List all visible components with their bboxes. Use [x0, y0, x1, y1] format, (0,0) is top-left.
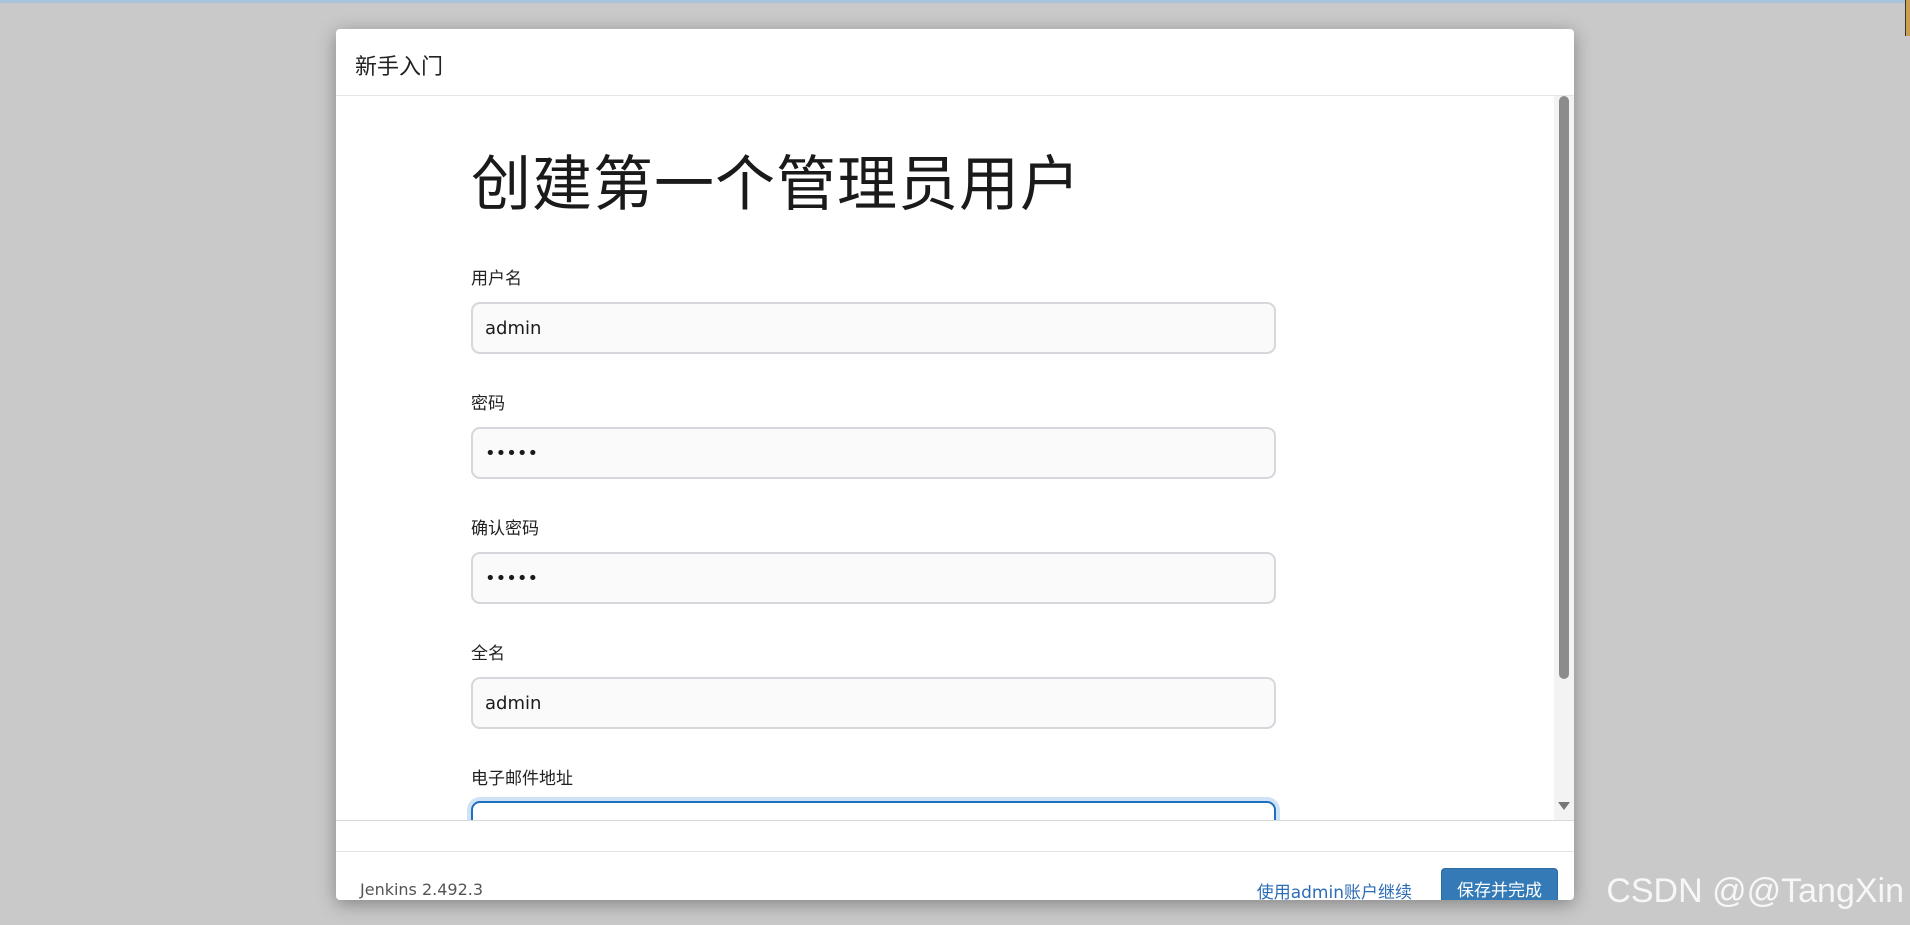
password-label: 密码	[471, 394, 505, 414]
scroll-down-arrow-icon[interactable]	[1558, 802, 1570, 810]
password-input[interactable]	[471, 427, 1276, 479]
dialog-title: 新手入门	[355, 55, 444, 80]
dialog-footer: Jenkins 2.492.3 使用admin账户继续 保存并完成	[336, 820, 1574, 900]
backdrop-top-line	[0, 0, 1910, 3]
email-label: 电子邮件地址	[471, 769, 573, 789]
dialog-body[interactable]: 创建第一个管理员用户 用户名 密码 确认密码 全名 电子邮件地址	[336, 96, 1574, 820]
setup-dialog: 新手入门 创建第一个管理员用户 用户名 密码 确认密码 全名 电子邮件地址 Je…	[336, 29, 1574, 900]
footer-divider	[336, 851, 1574, 852]
confirm-password-input[interactable]	[471, 552, 1276, 604]
fullname-input[interactable]	[471, 677, 1276, 729]
username-input[interactable]	[471, 302, 1276, 354]
page-heading: 创建第一个管理员用户	[471, 150, 1081, 220]
watermark: CSDN @@TangXin	[1606, 872, 1904, 910]
fullname-label: 全名	[471, 644, 505, 664]
username-label: 用户名	[471, 269, 522, 289]
scrollbar-thumb[interactable]	[1559, 96, 1569, 679]
confirm-password-label: 确认密码	[471, 519, 539, 539]
email-input[interactable]	[471, 801, 1276, 820]
dialog-scrollbar[interactable]	[1554, 96, 1574, 820]
jenkins-version: Jenkins 2.492.3	[360, 880, 484, 899]
save-and-finish-button[interactable]: 保存并完成	[1441, 868, 1558, 900]
continue-as-admin-link[interactable]: 使用admin账户继续	[1257, 878, 1412, 900]
edge-widget	[1905, 0, 1910, 36]
dialog-header: 新手入门	[336, 29, 1574, 96]
